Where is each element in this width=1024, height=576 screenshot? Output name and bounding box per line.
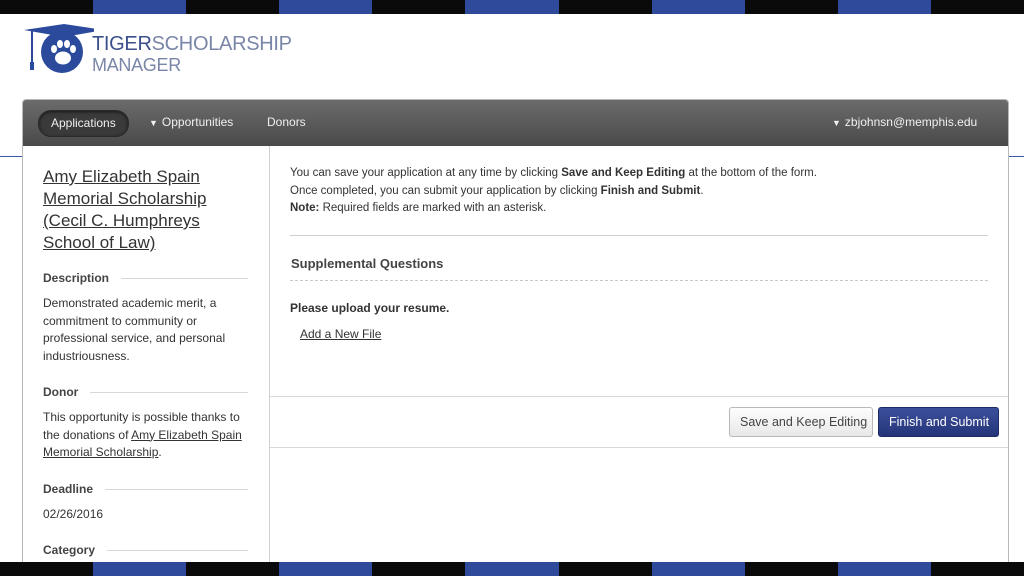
top-navbar: Applications ▼ Opportunities Donors ▼ zbjo… [23,100,1008,146]
instruction-line-3: Note: Required fields are marked with an… [290,202,547,214]
application-form: You can save your application at any tim… [270,146,1008,563]
user-email: zbjohnsn@memphis.edu [844,115,978,129]
deadline-value: 02/26/2016 [43,507,104,521]
scholarship-sidebar: Amy Elizabeth Spain Memorial Scholarship… [23,146,270,563]
nav-donors[interactable]: Donors [267,110,306,135]
dashed-divider [290,280,988,281]
donor-text: This opportunity is possible thanks to t… [43,410,242,459]
deadline-heading: Deadline [43,482,248,496]
add-new-file-link[interactable]: Add a New File [300,327,381,341]
instruction-line-2: Once completed, you can submit your appl… [290,184,704,197]
nav-donors-label: Donors [267,115,306,129]
caret-down-icon: ▼ [149,118,158,128]
description-text: Demonstrated academic merit, a commitmen… [43,296,226,363]
top-border-strip [0,0,1024,14]
form-actions: Save and Keep Editing Finish and Submit [270,396,1008,448]
instructions: You can save your application at any tim… [290,165,817,218]
bottom-border-strip [0,562,1024,576]
user-menu[interactable]: ▼ zbjohnsn@memphis.edu [832,110,977,135]
section-title: Supplemental Questions [291,256,444,271]
main-panel: Applications ▼ Opportunities Donors ▼ zbjo… [22,99,1009,564]
category-heading: Category [43,543,248,557]
logo-subtitle: MANAGER [92,55,181,75]
nav-opportunities[interactable]: ▼ Opportunities [149,110,233,135]
nav-opportunities-label: Opportunities [161,115,234,129]
tiger-scholarship-manager-logo: TIGERSCHOLARSHIP MANAGER [24,24,292,80]
instruction-line-1: You can save your application at any tim… [290,167,817,179]
divider [290,235,988,236]
question-label: Please upload your resume. [290,301,450,315]
scholarship-title[interactable]: Amy Elizabeth Spain Memorial Scholarship… [43,166,243,254]
donor-heading: Donor [43,385,248,399]
finish-and-submit-button[interactable]: Finish and Submit [878,407,999,437]
nav-applications[interactable]: Applications [38,110,129,137]
caret-down-icon: ▼ [832,118,841,128]
description-heading: Description [43,271,248,285]
save-and-keep-editing-button[interactable]: Save and Keep Editing [729,407,873,437]
logo-title: TIGERSCHOLARSHIP [92,33,292,55]
nav-applications-label: Applications [51,116,116,130]
paw-icon [51,40,76,65]
